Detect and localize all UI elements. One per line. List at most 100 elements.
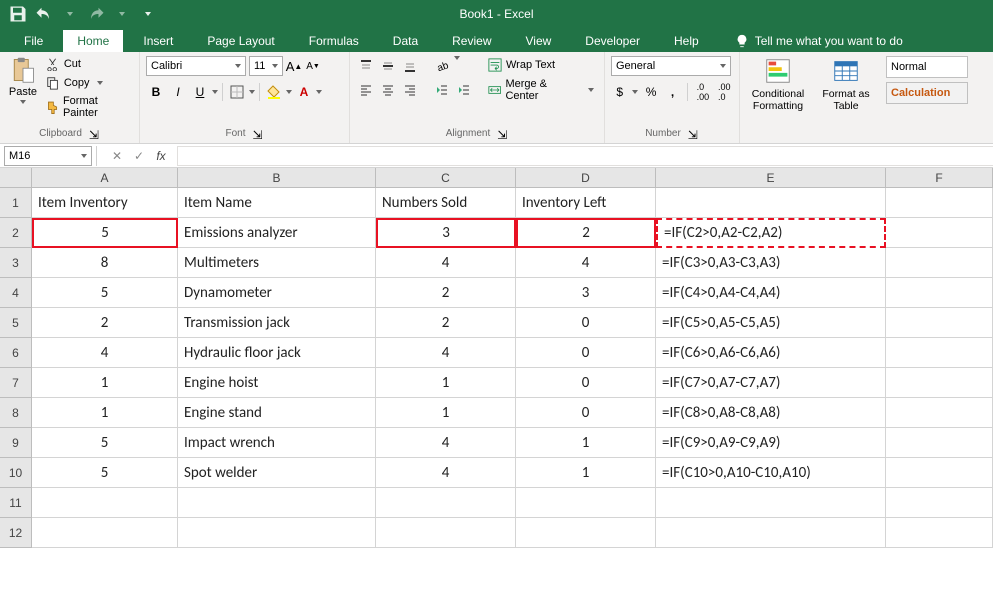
percent-button[interactable]: % bbox=[642, 82, 659, 102]
row-header-1[interactable]: 1 bbox=[0, 188, 32, 218]
merge-center-button[interactable]: Merge & Center bbox=[484, 76, 598, 104]
cell-B12[interactable] bbox=[178, 518, 376, 548]
cell-E12[interactable] bbox=[656, 518, 886, 548]
row-header-2[interactable]: 2 bbox=[0, 218, 32, 248]
cell-C2[interactable]: 3 bbox=[376, 218, 516, 248]
cell-B5[interactable]: Transmission jack bbox=[178, 308, 376, 338]
number-format-select[interactable]: General bbox=[611, 56, 731, 76]
accounting-dropdown[interactable] bbox=[632, 90, 638, 94]
accounting-format-button[interactable]: $ bbox=[611, 82, 628, 102]
col-header-D[interactable]: D bbox=[516, 168, 656, 187]
cell-B8[interactable]: Engine stand bbox=[178, 398, 376, 428]
borders-button[interactable] bbox=[227, 82, 247, 102]
cell-E4[interactable]: =IF(C4>0,A4-C4,A4) bbox=[656, 278, 886, 308]
cell-D8[interactable]: 0 bbox=[516, 398, 656, 428]
style-normal-button[interactable]: Normal bbox=[886, 56, 968, 78]
font-color-dropdown[interactable] bbox=[316, 90, 322, 94]
cell-A2[interactable]: 5 bbox=[32, 218, 178, 248]
cell-D3[interactable]: 4 bbox=[516, 248, 656, 278]
cell-C4[interactable]: 2 bbox=[376, 278, 516, 308]
insert-function-button[interactable]: fx bbox=[153, 148, 169, 164]
cell-D1[interactable]: Inventory Left bbox=[516, 188, 656, 218]
cell-F8[interactable] bbox=[886, 398, 993, 428]
undo-button[interactable] bbox=[34, 4, 54, 24]
cell-E9[interactable]: =IF(C9>0,A9-C9,A9) bbox=[656, 428, 886, 458]
cell-A9[interactable]: 5 bbox=[32, 428, 178, 458]
cell-B4[interactable]: Dynamometer bbox=[178, 278, 376, 308]
qat-customize[interactable] bbox=[138, 4, 158, 24]
cell-A1[interactable]: Item Inventory bbox=[32, 188, 178, 218]
row-header-9[interactable]: 9 bbox=[0, 428, 32, 458]
orientation-button[interactable]: ab bbox=[432, 56, 452, 76]
cell-F2[interactable] bbox=[886, 218, 993, 248]
cell-D2[interactable]: 2 bbox=[516, 218, 656, 248]
cell-C11[interactable] bbox=[376, 488, 516, 518]
decrease-font-button[interactable]: A▼ bbox=[305, 56, 321, 76]
style-calculation-button[interactable]: Calculation bbox=[886, 82, 968, 104]
cell-C9[interactable]: 4 bbox=[376, 428, 516, 458]
cell-F9[interactable] bbox=[886, 428, 993, 458]
align-top-button[interactable] bbox=[356, 56, 376, 76]
col-header-F[interactable]: F bbox=[886, 168, 993, 187]
cell-E5[interactable]: =IF(C5>0,A5-C5,A5) bbox=[656, 308, 886, 338]
row-header-5[interactable]: 5 bbox=[0, 308, 32, 338]
save-button[interactable] bbox=[8, 4, 28, 24]
cell-B9[interactable]: Impact wrench bbox=[178, 428, 376, 458]
cell-E7[interactable]: =IF(C7>0,A7-C7,A7) bbox=[656, 368, 886, 398]
undo-dropdown[interactable] bbox=[60, 4, 80, 24]
decrease-decimal-button[interactable]: .00.0 bbox=[716, 82, 733, 102]
cell-B10[interactable]: Spot welder bbox=[178, 458, 376, 488]
cell-C6[interactable]: 4 bbox=[376, 338, 516, 368]
orientation-dropdown[interactable] bbox=[454, 56, 460, 60]
cell-D11[interactable] bbox=[516, 488, 656, 518]
cell-C5[interactable]: 2 bbox=[376, 308, 516, 338]
cell-C7[interactable]: 1 bbox=[376, 368, 516, 398]
tab-file[interactable]: File bbox=[10, 30, 57, 52]
row-header-6[interactable]: 6 bbox=[0, 338, 32, 368]
tell-me-search[interactable]: Tell me what you want to do bbox=[727, 30, 911, 52]
row-header-3[interactable]: 3 bbox=[0, 248, 32, 278]
name-box[interactable]: M16 bbox=[4, 146, 92, 166]
row-header-8[interactable]: 8 bbox=[0, 398, 32, 428]
row-header-7[interactable]: 7 bbox=[0, 368, 32, 398]
cell-F6[interactable] bbox=[886, 338, 993, 368]
underline-button[interactable]: U bbox=[190, 82, 210, 102]
cell-B1[interactable]: Item Name bbox=[178, 188, 376, 218]
row-header-10[interactable]: 10 bbox=[0, 458, 32, 488]
cell-D4[interactable]: 3 bbox=[516, 278, 656, 308]
cell-F5[interactable] bbox=[886, 308, 993, 338]
tab-page-layout[interactable]: Page Layout bbox=[193, 30, 288, 52]
align-left-button[interactable] bbox=[356, 80, 376, 100]
cell-D10[interactable]: 1 bbox=[516, 458, 656, 488]
tab-data[interactable]: Data bbox=[379, 30, 432, 52]
increase-font-button[interactable]: A▲ bbox=[286, 56, 302, 76]
col-header-A[interactable]: A bbox=[32, 168, 178, 187]
cell-B11[interactable] bbox=[178, 488, 376, 518]
tab-review[interactable]: Review bbox=[438, 30, 505, 52]
cell-E3[interactable]: =IF(C3>0,A3-C3,A3) bbox=[656, 248, 886, 278]
redo-button[interactable] bbox=[86, 4, 106, 24]
cell-D12[interactable] bbox=[516, 518, 656, 548]
format-as-table-button[interactable]: Format as Table bbox=[814, 56, 878, 141]
row-header-4[interactable]: 4 bbox=[0, 278, 32, 308]
tab-formulas[interactable]: Formulas bbox=[295, 30, 373, 52]
fill-color-dropdown[interactable] bbox=[286, 90, 292, 94]
redo-dropdown[interactable] bbox=[112, 4, 132, 24]
paste-button[interactable]: Paste bbox=[6, 56, 40, 128]
font-name-select[interactable]: Calibri bbox=[146, 56, 246, 76]
cell-A4[interactable]: 5 bbox=[32, 278, 178, 308]
comma-button[interactable]: , bbox=[664, 82, 681, 102]
cell-F1[interactable] bbox=[886, 188, 993, 218]
col-header-B[interactable]: B bbox=[178, 168, 376, 187]
cell-B3[interactable]: Multimeters bbox=[178, 248, 376, 278]
number-dialog-launcher[interactable]: ⇲ bbox=[687, 129, 699, 141]
tab-home[interactable]: Home bbox=[63, 30, 123, 52]
decrease-indent-button[interactable] bbox=[432, 80, 452, 100]
cell-D9[interactable]: 1 bbox=[516, 428, 656, 458]
cell-A12[interactable] bbox=[32, 518, 178, 548]
cell-C10[interactable]: 4 bbox=[376, 458, 516, 488]
formula-input[interactable] bbox=[177, 146, 993, 166]
cell-F7[interactable] bbox=[886, 368, 993, 398]
cell-A11[interactable] bbox=[32, 488, 178, 518]
row-header-12[interactable]: 12 bbox=[0, 518, 32, 548]
